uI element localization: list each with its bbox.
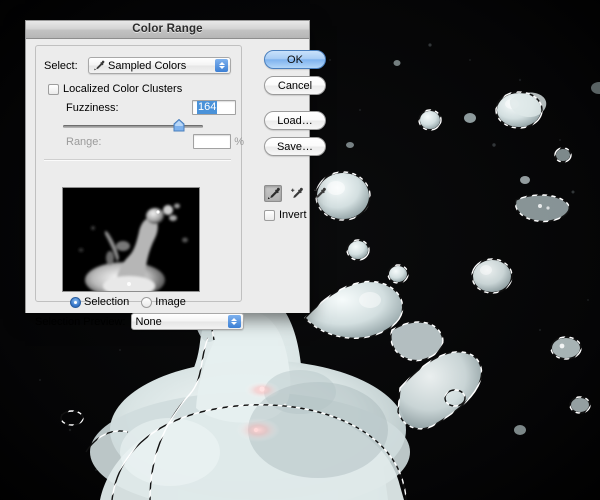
eyedropper-minus-icon — [313, 187, 326, 200]
selection-radio-label: Selection — [84, 296, 129, 308]
selection-preview-label: Selection Preview: — [35, 316, 126, 328]
select-stepper-arrows[interactable] — [215, 59, 228, 72]
ok-button[interactable]: OK — [264, 50, 326, 69]
select-value: Sampled Colors — [108, 60, 186, 72]
range-label: Range: — [66, 136, 101, 148]
fuzziness-label: Fuzziness: — [66, 102, 119, 114]
divider — [44, 159, 231, 161]
image-radio-label: Image — [155, 296, 186, 308]
eyedropper-subtract-tool[interactable] — [310, 185, 328, 202]
load-button[interactable]: Load… — [264, 111, 326, 130]
dialog-title: Color Range — [132, 23, 203, 35]
invert-row[interactable]: Invert — [264, 209, 307, 221]
select-row: Select: Sampled Colors — [44, 57, 231, 74]
invert-label: Invert — [279, 209, 307, 221]
selection-preview-stepper-arrows[interactable] — [228, 315, 241, 328]
selection-mask-preview — [63, 188, 199, 291]
fuzziness-row: Fuzziness: 164 — [66, 100, 236, 115]
slider-thumb-icon — [173, 119, 185, 132]
eyedropper-plus-icon — [290, 187, 303, 200]
fuzziness-slider-thumb[interactable] — [173, 119, 185, 132]
dialog-body: Select: Sampled Colors Localized Color C… — [26, 39, 309, 313]
range-unit: % — [234, 136, 244, 148]
range-row: Range: % — [66, 134, 244, 149]
fuzziness-value: 164 — [197, 101, 217, 114]
invert-checkbox[interactable] — [264, 210, 275, 221]
eyedropper-icon — [93, 60, 105, 71]
cancel-button-label: Cancel — [278, 80, 312, 92]
eyedropper-icon — [267, 187, 280, 200]
fuzziness-input[interactable]: 164 — [192, 100, 236, 115]
ok-button-label: OK — [287, 54, 303, 66]
localized-color-clusters-label: Localized Color Clusters — [63, 83, 182, 95]
eyedropper-add-tool[interactable] — [287, 185, 305, 202]
eyedropper-tool[interactable] — [264, 185, 282, 202]
save-button-label: Save… — [277, 141, 313, 153]
selection-preview-row: Selection Preview: None — [35, 313, 244, 330]
cancel-button[interactable]: Cancel — [264, 76, 326, 95]
color-range-dialog[interactable]: Color Range Select: Sampled Colors Local… — [25, 20, 310, 313]
select-label: Select: — [44, 60, 84, 72]
localized-color-clusters-checkbox[interactable] — [48, 84, 59, 95]
preview-mode-row: Selection Image — [70, 296, 186, 308]
selection-preview-dropdown[interactable]: None — [131, 313, 244, 330]
fuzziness-slider[interactable] — [63, 119, 203, 133]
image-radio[interactable] — [141, 297, 152, 308]
selection-preview-thumbnail[interactable] — [62, 187, 200, 292]
select-dropdown[interactable]: Sampled Colors — [88, 57, 231, 74]
eyedropper-tool-group — [264, 185, 328, 202]
load-button-label: Load… — [277, 115, 312, 127]
save-button[interactable]: Save… — [264, 137, 326, 156]
range-input[interactable] — [193, 134, 231, 149]
selection-radio[interactable] — [70, 297, 81, 308]
selection-preview-value: None — [136, 316, 162, 328]
dialog-title-bar[interactable]: Color Range — [26, 21, 309, 39]
localized-color-clusters-row[interactable]: Localized Color Clusters — [48, 83, 182, 95]
